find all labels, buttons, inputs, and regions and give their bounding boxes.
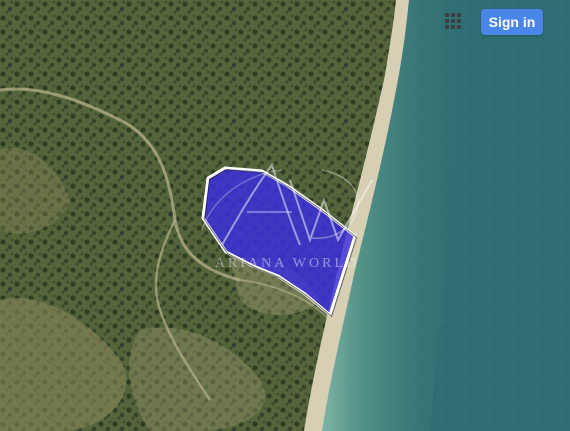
apps-dot xyxy=(445,19,449,23)
sign-in-button[interactable]: Sign in xyxy=(481,9,543,35)
apps-dot xyxy=(457,25,461,29)
apps-dot xyxy=(451,13,455,17)
apps-grid-icon[interactable] xyxy=(444,12,466,34)
apps-dot xyxy=(451,19,455,23)
apps-dot xyxy=(445,13,449,17)
apps-dot xyxy=(451,25,455,29)
apps-dot xyxy=(457,13,461,17)
apps-dot xyxy=(445,25,449,29)
satellite-imagery xyxy=(0,0,570,431)
map-view[interactable]: ARIANA WORLD Sign in xyxy=(0,0,570,431)
apps-dot xyxy=(457,19,461,23)
